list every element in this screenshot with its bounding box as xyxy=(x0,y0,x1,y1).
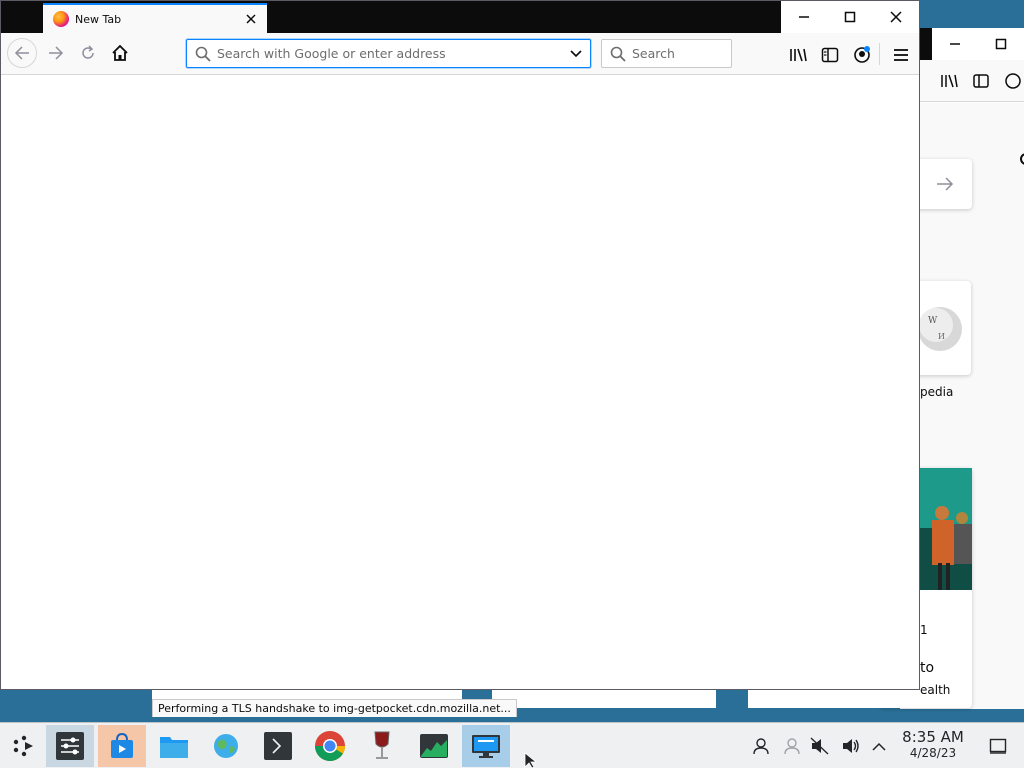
reload-icon xyxy=(82,45,94,59)
search-icon xyxy=(610,46,626,62)
folder-icon xyxy=(160,737,188,758)
hamburger-menu-icon[interactable] xyxy=(891,45,911,65)
sidebar-icon[interactable] xyxy=(972,72,990,90)
close-icon xyxy=(890,11,902,23)
wikipedia-logo-icon: W И xyxy=(918,307,962,351)
close-window-button[interactable] xyxy=(873,1,919,33)
clock[interactable]: 8:35 AM 4/28/23 xyxy=(898,728,968,761)
story-text-fragment: 1 xyxy=(920,623,928,637)
clock-date: 4/28/23 xyxy=(909,746,957,760)
chrome-icon xyxy=(315,731,345,762)
tab-strip: New Tab xyxy=(1,1,919,33)
forward-button[interactable] xyxy=(41,38,71,68)
search-input[interactable] xyxy=(632,46,722,61)
user-icon[interactable] xyxy=(751,736,771,756)
clock-time: 8:35 AM xyxy=(902,728,964,746)
volume-muted-icon[interactable] xyxy=(810,736,830,756)
application-launcher-button[interactable] xyxy=(0,725,48,767)
arrow-right-icon xyxy=(49,46,64,60)
launcher-icon xyxy=(13,735,33,757)
volume-icon[interactable] xyxy=(841,736,861,756)
top-site-label: pedia xyxy=(920,385,954,399)
minimize-button[interactable] xyxy=(781,1,827,33)
background-maximize-button[interactable] xyxy=(978,28,1024,60)
sidebar-icon[interactable] xyxy=(820,45,840,65)
maximize-icon xyxy=(844,11,856,23)
taskbar-remote-desktop[interactable] xyxy=(462,725,510,767)
firefox-logo-icon xyxy=(53,11,69,27)
home-icon xyxy=(112,44,128,61)
maximize-button[interactable] xyxy=(827,1,873,33)
arrow-left-icon xyxy=(14,46,29,60)
maximize-icon xyxy=(995,38,1007,50)
taskbar-terminal[interactable] xyxy=(254,725,302,767)
taskbar-wine[interactable] xyxy=(358,725,406,767)
url-dropdown-button[interactable] xyxy=(562,40,590,67)
tab-title: New Tab xyxy=(75,12,122,26)
shopping-bag-icon xyxy=(111,732,133,758)
account-icon[interactable] xyxy=(852,45,872,65)
close-tab-button[interactable] xyxy=(241,9,261,29)
reload-button[interactable] xyxy=(73,38,103,68)
taskbar-web-browser[interactable] xyxy=(202,725,250,767)
minimize-icon xyxy=(950,43,960,45)
account-icon[interactable] xyxy=(1004,72,1022,90)
svg-text:W: W xyxy=(928,316,938,326)
minimize-icon xyxy=(799,16,809,18)
page-content[interactable] xyxy=(1,76,919,689)
window-controls xyxy=(781,1,919,33)
background-page-fragment xyxy=(748,688,920,708)
status-panel: Performing a TLS handshake to img-getpoc… xyxy=(152,699,517,719)
terminal-icon xyxy=(264,732,292,760)
settings-sliders-icon xyxy=(56,732,84,760)
back-button[interactable] xyxy=(7,38,37,68)
svg-text:И: И xyxy=(938,332,945,341)
toolbar-separator xyxy=(879,43,880,65)
chevron-up-icon[interactable] xyxy=(869,736,889,756)
search-icon xyxy=(195,46,211,62)
url-input[interactable] xyxy=(217,40,562,67)
library-icon[interactable] xyxy=(788,45,808,65)
network-disconnected-icon[interactable] xyxy=(782,736,802,756)
tab-new-tab[interactable]: New Tab xyxy=(43,3,267,33)
taskbar-app-store[interactable] xyxy=(98,725,146,767)
search-bar[interactable] xyxy=(601,39,732,68)
wine-glass-icon xyxy=(374,731,390,759)
gear-icon[interactable] xyxy=(1018,151,1024,170)
mouse-cursor-icon xyxy=(524,752,536,768)
system-monitor-icon xyxy=(420,734,448,758)
taskbar-system-settings[interactable] xyxy=(46,725,94,767)
address-bar[interactable] xyxy=(186,39,591,68)
close-icon xyxy=(246,14,256,24)
taskbar-file-manager[interactable] xyxy=(150,725,198,767)
arrow-right-icon xyxy=(937,177,954,191)
story-image xyxy=(920,468,972,590)
home-button[interactable] xyxy=(105,38,135,68)
story-text-fragment: to xyxy=(920,660,935,676)
globe-icon xyxy=(214,734,238,758)
background-page-fragment xyxy=(492,688,716,708)
taskbar: 8:35 AM 4/28/23 xyxy=(0,722,1024,768)
library-icon[interactable] xyxy=(940,72,958,90)
chevron-down-icon xyxy=(570,49,582,57)
story-text-fragment: ealth xyxy=(920,683,951,697)
taskbar-system-monitor[interactable] xyxy=(410,725,458,767)
firefox-window: New Tab xyxy=(0,0,920,690)
monitor-icon xyxy=(472,735,500,758)
show-desktop-icon[interactable] xyxy=(988,736,1008,756)
taskbar-google-chrome[interactable] xyxy=(306,725,354,767)
background-minimize-button[interactable] xyxy=(932,28,978,60)
